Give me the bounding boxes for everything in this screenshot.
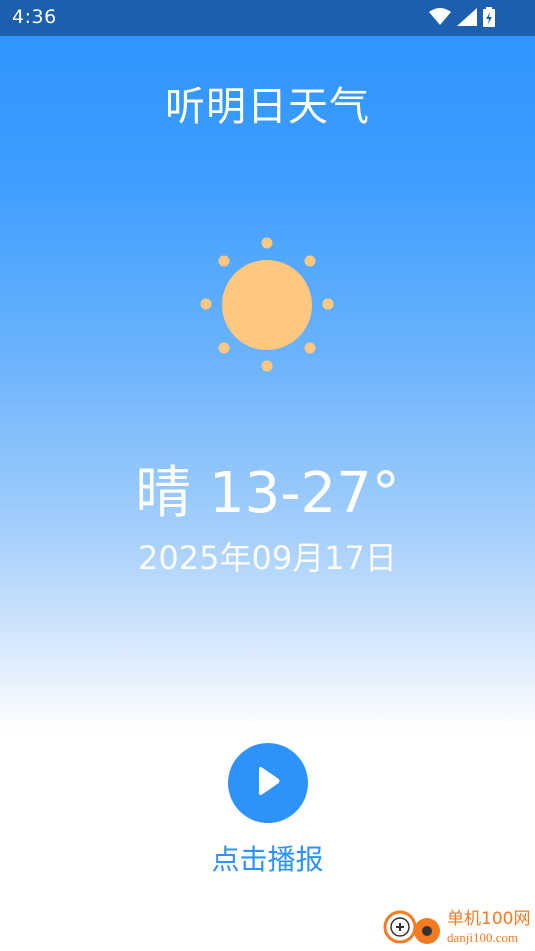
status-time: 4:36	[12, 6, 57, 28]
status-icons	[429, 7, 495, 32]
weather-forecast: 晴 13-27°	[135, 461, 400, 526]
watermark-domain: danji100.com	[447, 929, 519, 945]
watermark-name: 单机100网	[447, 908, 531, 929]
app-title: 听明日天气	[165, 84, 370, 130]
status-bar: 4:36	[0, 0, 535, 36]
battery-icon	[483, 7, 495, 32]
play-button[interactable]	[228, 743, 308, 823]
watermark-logo: 单机100网 danji100.com	[383, 907, 531, 947]
watermark-icon	[383, 910, 440, 944]
play-icon	[255, 766, 281, 801]
wifi-icon	[429, 8, 451, 31]
signal-icon	[457, 8, 477, 31]
sun-icon	[197, 236, 337, 376]
forecast-date: 2025年09月17日	[138, 539, 397, 577]
play-label[interactable]: 点击播报	[0, 838, 535, 878]
